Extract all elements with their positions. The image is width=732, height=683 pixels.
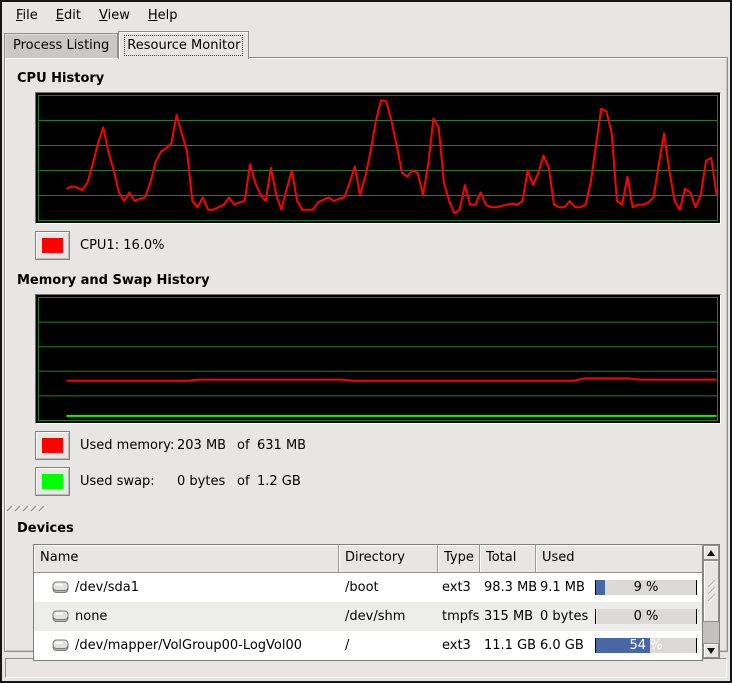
- device-row-volgroup[interactable]: /dev/mapper/VolGroup00-LogVol00 / ext3 1…: [34, 631, 702, 660]
- device-name: /dev/mapper/VolGroup00-LogVol00: [75, 638, 302, 653]
- used-swap-legend-row: Used swap:0 bytesof1.2 GB: [35, 467, 727, 496]
- system-monitor-window: File Edit View Help Process Listing Reso…: [0, 0, 732, 683]
- devices-table-wrap: Name Directory Type Total Used /dev/sda1: [33, 544, 727, 661]
- progress-percent-label: 0 %: [596, 609, 696, 624]
- hard-disk-icon: [52, 639, 69, 652]
- cpu-history-plot: [36, 93, 720, 223]
- cpu1-color-swatch: [42, 238, 63, 253]
- device-usage-progressbar: 54 %: [595, 638, 697, 653]
- used-memory-of: of: [237, 438, 257, 453]
- menu-help[interactable]: Help: [139, 5, 187, 26]
- device-row-sda1[interactable]: /dev/sda1 /boot ext3 98.3 MB 9.1 MB 9 %: [34, 573, 702, 602]
- tab-bar: Process Listing Resource Monitor: [2, 29, 730, 58]
- hard-disk-icon: [52, 610, 69, 623]
- used-memory-legend-row: Used memory:203 MBof631 MB: [35, 431, 727, 460]
- device-name: /dev/sda1: [75, 580, 139, 595]
- used-memory-total: 631 MB: [257, 438, 306, 453]
- device-type: tmpfs: [438, 609, 480, 624]
- device-total: 315 MB: [480, 609, 536, 624]
- cpu-history-chart: [35, 92, 721, 224]
- device-directory: /boot: [339, 580, 438, 595]
- devices-table-header: Name Directory Type Total Used: [34, 545, 702, 573]
- scrollbar-thumb[interactable]: [703, 560, 719, 622]
- used-swap-color-button[interactable]: [35, 467, 70, 496]
- device-type: ext3: [438, 580, 480, 595]
- tab-process-listing[interactable]: Process Listing: [4, 33, 118, 58]
- column-header-used[interactable]: Used: [536, 545, 702, 572]
- progress-percent-label: 9 %: [596, 580, 696, 595]
- used-memory-color-swatch: [42, 438, 63, 453]
- scroll-down-button[interactable]: [703, 643, 719, 658]
- used-swap-label: Used swap:: [80, 474, 177, 489]
- resource-monitor-page: CPU History CPU1: 16.0% Memory and Swap …: [4, 57, 728, 652]
- used-memory-value: 203 MB: [177, 438, 237, 453]
- devices-title: Devices: [17, 521, 727, 538]
- used-swap-total: 1.2 GB: [257, 474, 301, 489]
- device-used: 0 bytes: [540, 609, 588, 624]
- used-memory-color-button[interactable]: [35, 431, 70, 460]
- memory-swap-history-title: Memory and Swap History: [17, 273, 727, 290]
- device-total: 11.1 GB: [480, 638, 536, 653]
- device-name: none: [75, 609, 107, 624]
- column-header-total[interactable]: Total: [480, 545, 536, 572]
- thumb-grip-icon: [707, 579, 716, 603]
- memory-swap-plot: [36, 295, 720, 423]
- device-type: ext3: [438, 638, 480, 653]
- arrow-down-icon: [707, 648, 715, 654]
- progress-percent-label: 54 %: [596, 638, 696, 653]
- device-used: 9.1 MB: [540, 580, 585, 595]
- used-memory-legend: Used memory:203 MBof631 MB: [80, 438, 306, 453]
- used-swap-legend: Used swap:0 bytesof1.2 GB: [80, 474, 301, 489]
- used-memory-label: Used memory:: [80, 438, 177, 453]
- arrow-up-icon: [707, 550, 715, 556]
- cpu1-color-button[interactable]: [35, 231, 70, 260]
- menu-file[interactable]: File: [7, 5, 47, 26]
- used-swap-of: of: [237, 474, 257, 489]
- devices-table: Name Directory Type Total Used /dev/sda1: [33, 544, 703, 661]
- menu-view[interactable]: View: [90, 5, 139, 26]
- hard-disk-icon: [52, 581, 69, 594]
- device-directory: /: [339, 638, 438, 653]
- tab-process-listing-label: Process Listing: [13, 38, 109, 53]
- device-usage-progressbar: 0 %: [595, 609, 697, 624]
- device-row-none[interactable]: none /dev/shm tmpfs 315 MB 0 bytes 0 %: [34, 602, 702, 631]
- cpu-legend-row: CPU1: 16.0%: [35, 231, 727, 260]
- column-header-name[interactable]: Name: [34, 545, 339, 572]
- device-used: 6.0 GB: [540, 638, 584, 653]
- device-usage-progressbar: 9 %: [595, 580, 697, 595]
- statusbar: [5, 658, 727, 678]
- device-total: 98.3 MB: [480, 580, 536, 595]
- cpu1-legend-label: CPU1: 16.0%: [80, 238, 165, 253]
- tab-resource-monitor[interactable]: Resource Monitor: [118, 31, 249, 59]
- column-header-directory[interactable]: Directory: [339, 545, 438, 572]
- scroll-up-button[interactable]: [703, 545, 719, 560]
- menubar: File Edit View Help: [2, 2, 730, 29]
- devices-vertical-scrollbar[interactable]: [703, 544, 720, 659]
- pane-resize-grip[interactable]: [5, 504, 49, 513]
- used-swap-value: 0 bytes: [177, 474, 237, 489]
- used-swap-color-swatch: [42, 474, 63, 489]
- scrollbar-trough[interactable]: [703, 622, 719, 643]
- column-header-type[interactable]: Type: [438, 545, 480, 572]
- menu-edit[interactable]: Edit: [47, 5, 90, 26]
- cpu-history-title: CPU History: [17, 71, 727, 88]
- device-directory: /dev/shm: [339, 609, 438, 624]
- memory-swap-history-chart: [35, 294, 721, 424]
- tab-resource-monitor-label: Resource Monitor: [127, 38, 240, 53]
